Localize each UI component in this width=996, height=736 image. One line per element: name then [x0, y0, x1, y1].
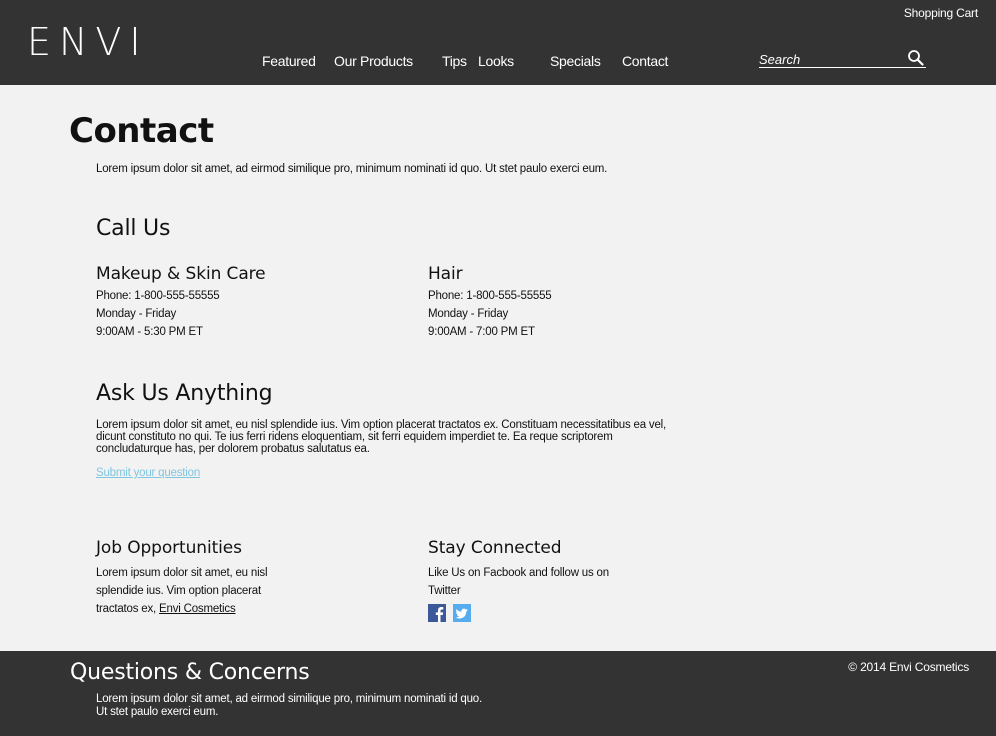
search-input[interactable]	[759, 51, 899, 67]
nav-looks[interactable]: Looks	[478, 53, 514, 69]
twitter-icon[interactable]	[453, 604, 471, 622]
jobs-text: Lorem ipsum dolor sit amet, eu nisl sple…	[96, 564, 296, 618]
questions-heading: Questions & Concerns	[70, 660, 310, 685]
stay-connected-text: Like Us on Facbook and follow us on Twit…	[428, 567, 609, 597]
site-footer: Questions & Concerns Lorem ipsum dolor s…	[0, 651, 996, 736]
makeup-hours: 9:00AM - 5:30 PM ET	[96, 326, 203, 338]
search-box	[759, 50, 926, 68]
hair-phone: Phone: 1-800-555-55555	[428, 290, 552, 302]
submit-question-link[interactable]: Submit your question	[96, 467, 200, 479]
site-header: ENVI Shopping Cart Featured Our Products…	[0, 0, 996, 85]
hair-hours: 9:00AM - 7:00 PM ET	[428, 326, 535, 338]
ask-heading: Ask Us Anything	[96, 381, 273, 406]
call-us-heading: Call Us	[96, 216, 171, 241]
nav-tips[interactable]: Tips	[442, 53, 467, 69]
nav-featured[interactable]: Featured	[262, 53, 316, 69]
nav-our-products[interactable]: Our Products	[334, 53, 413, 69]
envi-cosmetics-link[interactable]: Envi Cosmetics	[159, 603, 236, 615]
intro-text: Lorem ipsum dolor sit amet, ad eirmod si…	[96, 163, 608, 175]
envi-logo[interactable]: ENVI	[27, 20, 149, 64]
hair-heading: Hair	[428, 264, 463, 284]
ask-text: Lorem ipsum dolor sit amet, eu nisl sple…	[96, 419, 667, 455]
shopping-cart-link[interactable]: Shopping Cart	[904, 6, 978, 20]
nav-specials[interactable]: Specials	[550, 53, 601, 69]
footer-text: Lorem ipsum dolor sit amet, ad eirmod si…	[96, 693, 482, 718]
magnifier-icon[interactable]	[906, 48, 926, 68]
hair-days: Monday - Friday	[428, 308, 509, 320]
main-content: Contact Lorem ipsum dolor sit amet, ad e…	[0, 85, 996, 651]
facebook-icon[interactable]	[428, 604, 446, 622]
nav-contact[interactable]: Contact	[622, 53, 668, 69]
makeup-phone: Phone: 1-800-555-55555	[96, 290, 220, 302]
stay-connected-heading: Stay Connected	[428, 538, 562, 558]
makeup-days: Monday - Friday	[96, 308, 177, 320]
page-title: Contact	[69, 111, 214, 151]
jobs-heading: Job Opportunities	[96, 538, 242, 558]
copyright: © 2014 Envi Cosmetics	[848, 660, 969, 674]
makeup-heading: Makeup & Skin Care	[96, 264, 266, 284]
